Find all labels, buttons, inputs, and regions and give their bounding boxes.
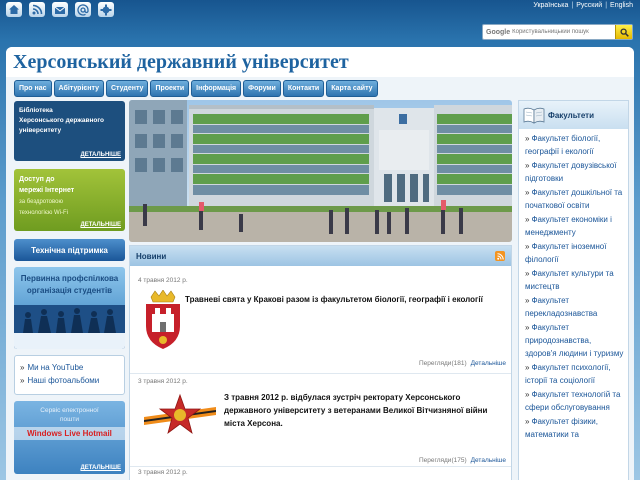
faculty-link[interactable]: » Факультет довузівської підготовки (525, 159, 624, 185)
news-more-link[interactable]: Детальніше (471, 457, 506, 464)
news-meta: Перегляди(175) Детальніше (419, 457, 506, 464)
internet-subtext: технологією Wi-Fi (19, 210, 69, 216)
internet-more-link[interactable]: ДЕТАЛЬНІШЕ (80, 222, 121, 228)
youtube-link[interactable]: » Ми на YouTube (20, 361, 119, 374)
news-views-count: (175) (451, 457, 467, 464)
news-item: 4 травня 2012 р. Травневі свята у Краков… (138, 277, 506, 367)
victory-order-image (144, 393, 216, 435)
search-icon (619, 27, 629, 37)
site-title[interactable]: Херсонський державний університет (13, 51, 349, 74)
rss-icon[interactable] (29, 2, 45, 17)
faculties-header: Факультети (519, 101, 628, 129)
faculty-link[interactable]: » Факультет економіки і менеджменту (525, 213, 624, 239)
faculty-link[interactable]: » Факультет технологій та сфери обслугову… (525, 388, 624, 414)
nav-information[interactable]: Інформація (191, 80, 242, 97)
settings-icon[interactable] (98, 2, 114, 17)
faculty-link[interactable]: » Факультет дошкільної та початкової осві… (525, 186, 624, 212)
union-line: Первинна профспілкова (20, 274, 119, 283)
news-more-link[interactable]: Детальніше (471, 360, 506, 367)
news-item: 3 травня 2012 р. (138, 469, 506, 480)
language-switcher: Українська | Русский | English (533, 2, 633, 9)
library-line: Херсонського державного (19, 117, 104, 124)
faculty-link[interactable]: » Факультет культури та мистецтв (525, 267, 624, 293)
faculty-link[interactable]: » Факультет фізики, математики та (525, 415, 624, 441)
union-title: Первинна профспілкова організація студен… (14, 273, 125, 297)
faculty-link[interactable]: » Факультет іноземної філології (525, 240, 624, 266)
internet-line: мережі Інтернет (19, 187, 75, 194)
krakow-coat-of-arms-image (146, 290, 180, 349)
lang-separator: | (605, 2, 608, 9)
at-icon[interactable] (75, 2, 91, 17)
nav-forums[interactable]: Форуми (243, 80, 281, 97)
faculty-link[interactable]: » Факультет перекладознавства (525, 294, 624, 320)
news-header: Новини (130, 246, 511, 266)
nav-sitemap[interactable]: Карта сайту (326, 80, 378, 97)
hotmail-line: пошти (60, 416, 79, 423)
library-more-link[interactable]: ДЕТАЛЬНІШЕ (80, 152, 121, 158)
search-box: Google (482, 24, 633, 40)
lang-russian[interactable]: Русский (576, 2, 602, 9)
nav-about[interactable]: Про нас (14, 80, 52, 97)
lang-separator: | (571, 2, 574, 9)
news-panel: Новини 4 травня 2012 р. Травневі свята у… (129, 245, 512, 480)
search-input[interactable] (510, 26, 606, 38)
faculty-link[interactable]: » Факультет психології, історії та соціол… (525, 361, 624, 387)
home-icon[interactable] (6, 2, 22, 17)
site-header: Херсонський державний університет (6, 47, 634, 77)
google-logo: Google (486, 28, 511, 36)
nav-projects[interactable]: Проекти (150, 80, 190, 97)
news-views-label: Перегляди (418, 457, 452, 464)
library-line: Бібліотека (19, 107, 53, 114)
news-item: 3 травня 2012 р. З травня 2012 р. відбул… (138, 378, 506, 464)
hotmail-line: Сервіс електронної (40, 407, 99, 414)
news-views-label: Перегляди (418, 360, 452, 367)
news-heading[interactable]: Новини (136, 252, 166, 261)
main-nav: Про нас Абітурієнту Студенту Проекти Інф… (14, 80, 378, 97)
faculty-link[interactable]: » Факультет біології, географії і екологі… (525, 132, 624, 158)
hotmail-brand: Windows Live Hotmail (14, 427, 125, 440)
content-card: Херсонський державний університет Про на… (6, 47, 634, 480)
faculties-list: » Факультет біології, географії і екологі… (519, 129, 628, 441)
email-icon[interactable] (52, 2, 68, 17)
internet-subtext: за бездротовою (19, 199, 63, 205)
news-title[interactable]: З травня 2012 р. відбулася зустріч ректо… (224, 391, 506, 430)
nav-students[interactable]: Студенту (106, 80, 149, 97)
lang-english[interactable]: English (610, 2, 633, 9)
news-divider (130, 373, 511, 374)
faculties-heading: Факультети (548, 110, 595, 120)
tech-support-label: Технічна підтримка (31, 245, 108, 255)
hotmail-more-link[interactable]: ДЕТАЛЬНІШЕ (80, 465, 121, 471)
media-links: » Ми на YouTube » Наші фотоальбоми (14, 355, 125, 395)
internet-banner[interactable]: Доступ до мережі Інтернет за бездротовою… (14, 169, 125, 231)
search-button[interactable] (615, 25, 632, 39)
faculty-link[interactable]: » Факультет природознавства, здоров'я люд… (525, 321, 624, 360)
news-date: 3 травня 2012 р. (138, 469, 188, 476)
student-union-banner[interactable]: Первинна профспілкова організація студен… (14, 267, 125, 349)
university-building-photo (129, 100, 512, 242)
nav-contacts[interactable]: Контакти (282, 80, 325, 97)
top-icon-bar (6, 2, 114, 17)
library-line: університету (19, 127, 62, 134)
library-banner[interactable]: Бібліотека Херсонського державного уніве… (14, 101, 125, 161)
lang-ukrainian[interactable]: Українська (533, 2, 568, 9)
news-views-count: (181) (451, 360, 467, 367)
news-title[interactable]: Травневі свята у Кракові разом із факуль… (185, 293, 505, 306)
internet-line: Доступ до (19, 176, 55, 183)
news-meta: Перегляди(181) Детальніше (419, 360, 506, 367)
photo-albums-link[interactable]: » Наші фотоальбоми (20, 374, 119, 387)
faculties-panel: Факультети » Факультет біології, географі… (518, 100, 629, 480)
news-date: 3 травня 2012 р. (138, 378, 188, 385)
union-line: організація студентів (26, 286, 113, 295)
news-rss-icon[interactable] (495, 251, 505, 261)
hotmail-banner[interactable]: Сервіс електронної пошти Windows Live Ho… (14, 401, 125, 474)
tech-support-button[interactable]: Технічна підтримка (14, 239, 125, 261)
open-book-icon (523, 107, 545, 124)
nav-applicants[interactable]: Абітурієнту (53, 80, 104, 97)
news-date: 4 травня 2012 р. (138, 277, 188, 284)
news-divider (130, 466, 511, 467)
